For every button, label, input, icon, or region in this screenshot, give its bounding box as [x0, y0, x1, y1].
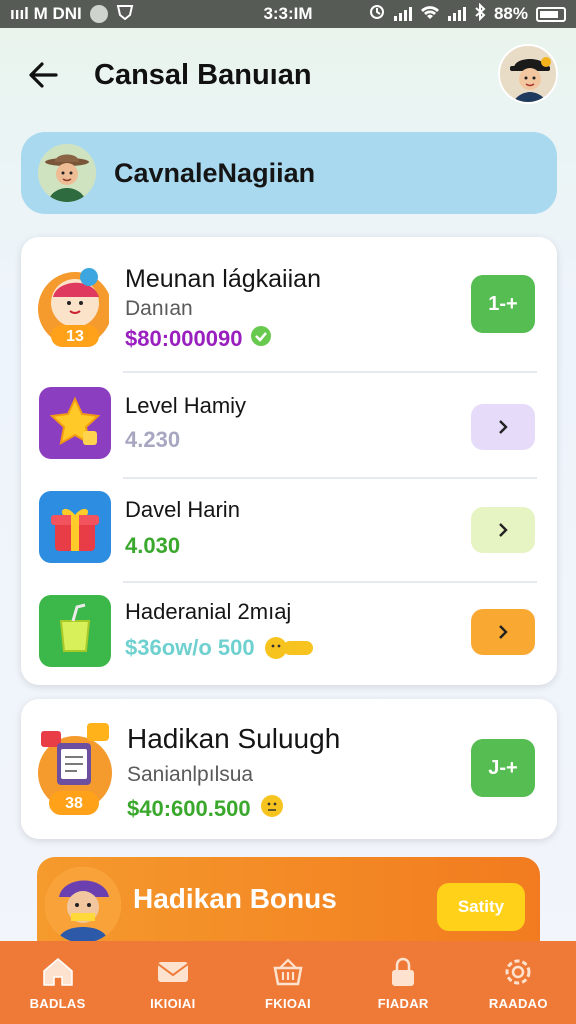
reward-card[interactable]: 38 Hadikan Suluugh Sanianlpılsua $40:600…: [21, 699, 557, 839]
rewards-list-card: 13 Meunan lágkaiian Danıan $80:000090 1-…: [21, 237, 557, 685]
item-subtitle: Danıan: [125, 297, 193, 320]
status-right: 88%: [368, 2, 566, 26]
juice-box-icon: [39, 595, 111, 667]
item-value-text: 4.230: [125, 427, 181, 452]
claim-button[interactable]: 1-+: [471, 275, 535, 333]
nav-item-mail[interactable]: IKIOIAI: [123, 954, 223, 1011]
star-icon: [39, 387, 111, 459]
item-title: Level Hamiy: [125, 393, 247, 418]
profile-avatar[interactable]: [498, 44, 558, 104]
back-button[interactable]: [24, 56, 62, 94]
nav-label: RAADAO: [488, 996, 548, 1011]
item-value: $80:000090: [125, 325, 272, 353]
chevron-button[interactable]: [471, 404, 535, 450]
item-value: 4.030: [125, 533, 180, 559]
bluetooth-icon: [474, 2, 486, 26]
list-item[interactable]: 13 Meunan lágkaiian Danıan $80:000090 1-…: [21, 237, 557, 373]
chevron-right-icon: [499, 625, 508, 639]
emoji-chat-icon: [263, 635, 315, 661]
check-icon: [250, 325, 272, 353]
gift-icon: [39, 491, 111, 563]
item-value-text: 4.030: [125, 533, 181, 558]
notification-icon: [89, 5, 108, 23]
nav-label: FKIOAI: [265, 996, 311, 1011]
chevron-right-icon: [499, 420, 508, 434]
battery-percent: 88%: [493, 4, 528, 23]
nav-item-settings[interactable]: RAADAO: [468, 954, 568, 1011]
app-header: Cansal Banuıan: [0, 28, 576, 120]
nav-item-basket[interactable]: FKIOAI: [238, 954, 338, 1011]
item-title: Meunan lágkaiian: [125, 265, 321, 293]
mail-icon: [157, 962, 189, 982]
user-name: CavnaleNagiian: [114, 157, 316, 188]
battery-icon: [536, 6, 566, 22]
item-value-text: $80:000090: [125, 326, 243, 351]
reward-value: $40:600.500: [127, 793, 285, 825]
list-item[interactable]: Level Hamiy 4.230: [21, 373, 557, 479]
user-selector[interactable]: CavnaleNagiian: [21, 132, 557, 214]
shield-icon: [116, 4, 134, 25]
claim-button-label: J-+: [488, 756, 518, 779]
item-value: 4.230: [125, 427, 180, 453]
emoji-thinking-icon: [259, 793, 285, 825]
wifi-icon: [420, 4, 440, 25]
list-item[interactable]: Haderanial 2mıaj $36ow/o 500: [21, 583, 557, 685]
reward-value-text: $40:600.500: [127, 796, 251, 821]
bonus-title: Hadikan Bonus: [133, 883, 337, 914]
clipboard-badge-icon: 38: [35, 717, 113, 821]
settings-icon: [505, 959, 531, 985]
avatar-badge-icon: 13: [37, 259, 112, 355]
bottom-nav: BADLAS IKIOIAI FKIOAI FIADAR RAADAO: [0, 941, 576, 1024]
cell-signal-2-icon: [447, 7, 466, 21]
claim-button[interactable]: J-+: [471, 739, 535, 797]
home-icon: [42, 958, 73, 986]
arrow-left-icon: [29, 62, 58, 88]
reward-title: Hadikan Suluugh: [127, 723, 341, 754]
bonus-character-icon: [45, 867, 121, 943]
chevron-button[interactable]: [471, 507, 535, 553]
user-avatar: [38, 144, 96, 202]
level-badge: 13: [66, 328, 84, 345]
nav-label: IKIOIAI: [150, 996, 196, 1011]
item-value: $36ow/o 500: [125, 635, 315, 661]
bonus-button[interactable]: Satity: [437, 883, 525, 931]
cell-signal-icon: [393, 7, 412, 21]
alarm-icon: [368, 3, 386, 26]
nav-label: BADLAS: [29, 996, 86, 1011]
status-left-text: ıııl M DNI: [10, 4, 82, 23]
item-title: Haderanial 2mıaj: [125, 599, 292, 624]
status-left: ıııl M DNI: [10, 4, 134, 25]
basket-icon: [273, 958, 303, 986]
person-hat-icon: [38, 144, 96, 202]
person-avatar-icon: [500, 46, 556, 102]
nav-item-home[interactable]: BADLAS: [8, 954, 108, 1011]
nav-label: FIADAR: [377, 996, 429, 1011]
claim-button-label: 1-+: [488, 292, 518, 315]
item-value-text: $36ow/o 500: [125, 635, 255, 660]
page-title: Cansal Banuıan: [94, 59, 312, 91]
status-bar: ıııl M DNI 3:3:IM 88%: [0, 0, 576, 28]
chevron-button[interactable]: [471, 609, 535, 655]
nav-item-lock[interactable]: FIADAR: [353, 954, 453, 1011]
item-title: Davel Harin: [125, 497, 240, 522]
level-badge: 38: [65, 795, 83, 812]
list-item[interactable]: Davel Harin 4.030: [21, 479, 557, 583]
chevron-right-icon: [499, 523, 508, 537]
reward-subtitle: Sanianlpılsua: [127, 763, 254, 786]
lock-icon: [392, 957, 415, 986]
